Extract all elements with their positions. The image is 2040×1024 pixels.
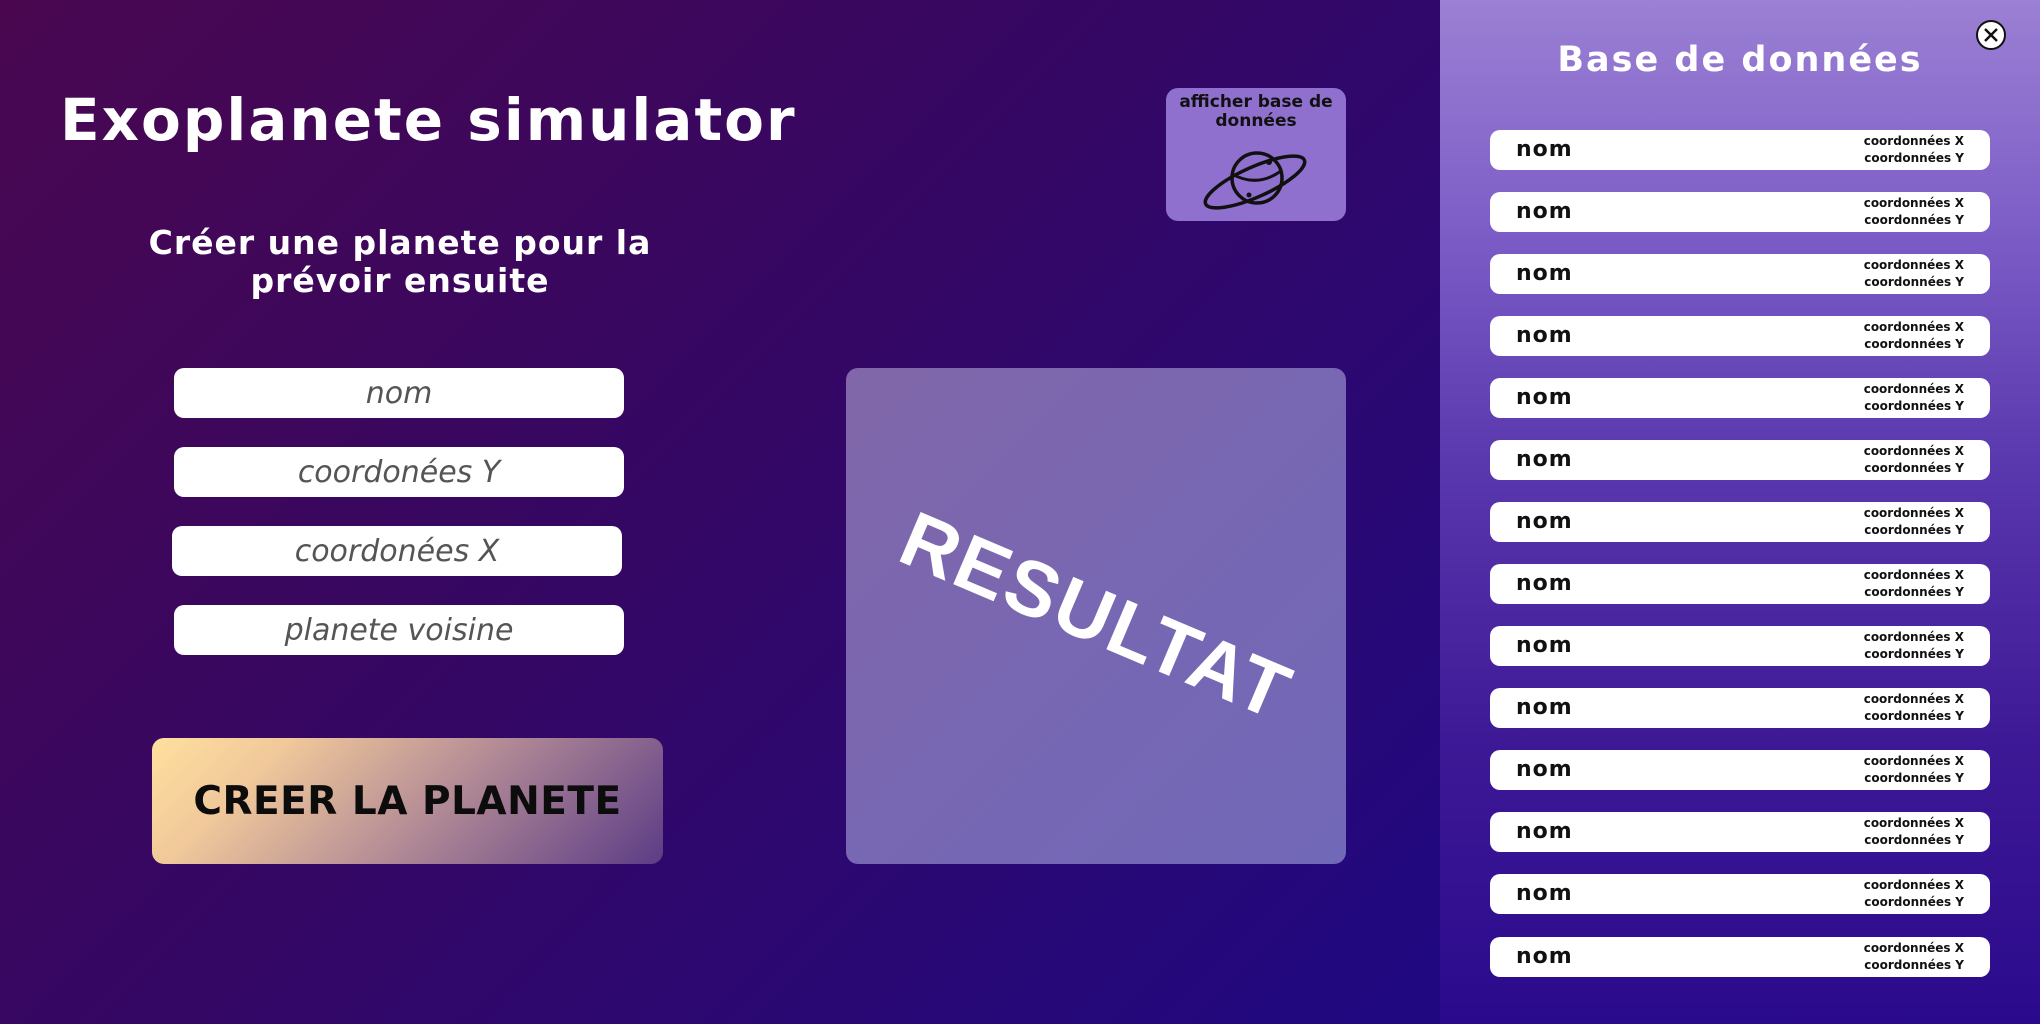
row-coordinates: coordonnées X coordonnées Y <box>1808 629 1964 663</box>
row-coord-x: coordonnées X <box>1863 382 1964 396</box>
row-coord-x: coordonnées X <box>1863 134 1964 148</box>
row-name: nom <box>1516 447 1573 472</box>
row-coordinates: coordonnées X coordonnées Y <box>1808 691 1964 725</box>
row-coord-y: coordonnées Y <box>1864 151 1964 165</box>
row-coord-x: coordonnées X <box>1863 196 1964 210</box>
result-panel: RESULTAT <box>846 368 1346 864</box>
row-coordinates: coordonnées X coordonnées Y <box>1808 567 1964 601</box>
row-coordinates: coordonnées X coordonnées Y <box>1808 381 1964 415</box>
row-coord-x: coordonnées X <box>1863 878 1964 892</box>
row-name: nom <box>1516 199 1573 224</box>
row-name: nom <box>1516 944 1573 969</box>
planet-icon <box>1203 151 1307 210</box>
database-row[interactable]: nom coordonnées X coordonnées Y <box>1490 316 1990 356</box>
database-row[interactable]: nom coordonnées X coordonnées Y <box>1490 626 1990 666</box>
row-coord-x: coordonnées X <box>1863 941 1964 955</box>
row-coordinates: coordonnées X coordonnées Y <box>1808 815 1964 849</box>
database-row[interactable]: nom coordonnées X coordonnées Y <box>1490 192 1990 232</box>
planet-name-input[interactable] <box>174 368 624 418</box>
coord-x-input[interactable] <box>172 526 622 576</box>
database-row[interactable]: nom coordonnées X coordonnées Y <box>1490 812 1990 852</box>
row-coord-y: coordonnées Y <box>1864 709 1964 723</box>
show-database-label: afficher base de données <box>1179 92 1333 131</box>
row-coord-x: coordonnées X <box>1863 816 1964 830</box>
row-coordinates: coordonnées X coordonnées Y <box>1808 257 1964 291</box>
row-coord-y: coordonnées Y <box>1864 337 1964 351</box>
row-name: nom <box>1516 509 1573 534</box>
form-subtitle: Créer une planete pour la prévoir ensuit… <box>148 223 652 300</box>
database-row[interactable]: nom coordonnées X coordonnées Y <box>1490 130 1990 170</box>
row-name: nom <box>1516 881 1573 906</box>
row-name: nom <box>1516 819 1573 844</box>
row-name: nom <box>1516 261 1573 286</box>
row-name: nom <box>1516 323 1573 348</box>
create-planet-button[interactable]: CREER LA PLANETE <box>152 738 663 864</box>
row-coord-y: coordonnées Y <box>1864 275 1964 289</box>
row-coord-y: coordonnées Y <box>1864 833 1964 847</box>
row-coordinates: coordonnées X coordonnées Y <box>1808 753 1964 787</box>
row-coord-x: coordonnées X <box>1863 444 1964 458</box>
row-coord-x: coordonnées X <box>1863 568 1964 582</box>
result-label: RESULTAT <box>888 494 1305 738</box>
row-coord-x: coordonnées X <box>1863 692 1964 706</box>
row-coord-y: coordonnées Y <box>1864 523 1964 537</box>
row-coordinates: coordonnées X coordonnées Y <box>1808 319 1964 353</box>
row-coord-y: coordonnées Y <box>1864 647 1964 661</box>
database-row[interactable]: nom coordonnées X coordonnées Y <box>1490 254 1990 294</box>
row-coord-x: coordonnées X <box>1863 754 1964 768</box>
row-coordinates: coordonnées X coordonnées Y <box>1808 443 1964 477</box>
row-coord-y: coordonnées Y <box>1864 771 1964 785</box>
coord-y-input[interactable] <box>174 447 624 497</box>
row-coord-x: coordonnées X <box>1863 258 1964 272</box>
database-panel: Base de données nom coordonnées X coordo… <box>1440 0 2040 1024</box>
neighbor-planet-input[interactable] <box>174 605 624 655</box>
row-name: nom <box>1516 695 1573 720</box>
row-name: nom <box>1516 137 1573 162</box>
database-row[interactable]: nom coordonnées X coordonnées Y <box>1490 440 1990 480</box>
row-coordinates: coordonnées X coordonnées Y <box>1808 133 1964 167</box>
row-name: nom <box>1516 571 1573 596</box>
row-name: nom <box>1516 385 1573 410</box>
database-row[interactable]: nom coordonnées X coordonnées Y <box>1490 750 1990 790</box>
row-coord-y: coordonnées Y <box>1864 895 1964 909</box>
row-coordinates: coordonnées X coordonnées Y <box>1808 940 1964 974</box>
database-row[interactable]: nom coordonnées X coordonnées Y <box>1490 937 1990 977</box>
row-coord-y: coordonnées Y <box>1864 585 1964 599</box>
row-coord-y: coordonnées Y <box>1864 213 1964 227</box>
database-row[interactable]: nom coordonnées X coordonnées Y <box>1490 874 1990 914</box>
row-coord-x: coordonnées X <box>1863 630 1964 644</box>
row-name: nom <box>1516 633 1573 658</box>
database-title: Base de données <box>1557 40 1923 80</box>
row-coord-x: coordonnées X <box>1863 506 1964 520</box>
row-coord-y: coordonnées Y <box>1864 958 1964 972</box>
row-coordinates: coordonnées X coordonnées Y <box>1808 195 1964 229</box>
row-coord-y: coordonnées Y <box>1864 461 1964 475</box>
row-coordinates: coordonnées X coordonnées Y <box>1808 877 1964 911</box>
row-coordinates: coordonnées X coordonnées Y <box>1808 505 1964 539</box>
row-coord-y: coordonnées Y <box>1864 399 1964 413</box>
show-database-button[interactable]: afficher base de données <box>1166 88 1346 221</box>
row-name: nom <box>1516 757 1573 782</box>
row-coord-x: coordonnées X <box>1863 320 1964 334</box>
database-row[interactable]: nom coordonnées X coordonnées Y <box>1490 502 1990 542</box>
database-row[interactable]: nom coordonnées X coordonnées Y <box>1490 564 1990 604</box>
database-row[interactable]: nom coordonnées X coordonnées Y <box>1490 378 1990 418</box>
database-row[interactable]: nom coordonnées X coordonnées Y <box>1490 688 1990 728</box>
app-title: Exoplanete simulator <box>60 86 797 154</box>
